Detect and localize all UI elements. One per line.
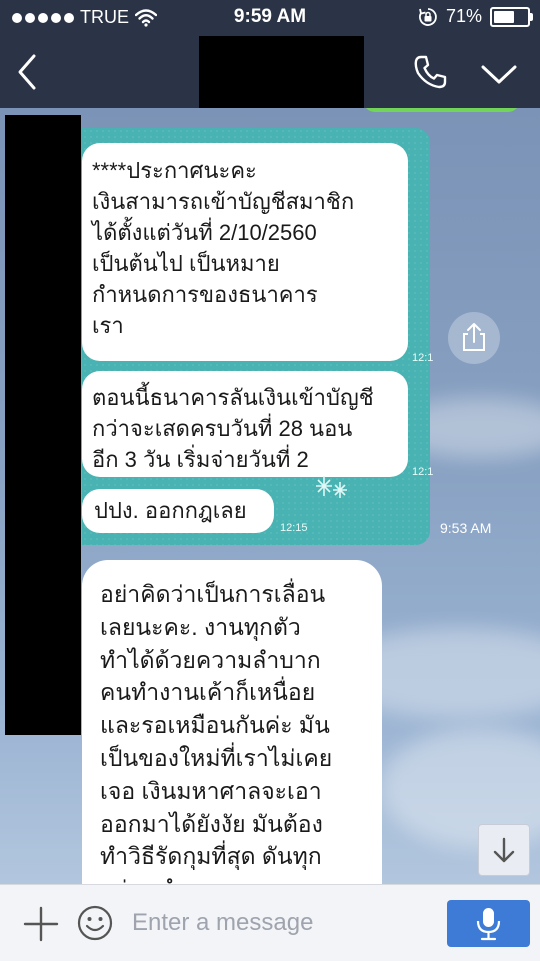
back-chevron-icon[interactable] [12,52,42,92]
message-line: ได้ตั้งแต่วันที่ 2/10/2560 [92,220,317,245]
message-line: เจอ เงินมหาศาลจะเอา [100,777,322,804]
share-icon [463,323,485,351]
image-message-time: 12:1 [412,466,434,478]
message-line: ตอนนี้ธนาคารลันเงินเข้าบัญชี [92,385,374,410]
phone-icon[interactable] [412,54,448,90]
message-line: ปปง. ออกกฎเลย [94,498,247,523]
chat-area[interactable]: ****ประกาศนะคะ เงินสามารถเข้าบัญชีสมาชิก… [0,108,540,900]
image-message-bubble: ตอนนี้ธนาคารลันเงินเข้าบัญชี กว่าจะเสดคร… [82,371,408,477]
redacted-chat-title [199,36,364,112]
image-message-bubble: ****ประกาศนะคะ เงินสามารถเข้าบัญชีสมาชิก… [82,143,408,361]
text-message-bubble: อย่าคิดว่าเป็นการเลื่อน เลยนะคะ. งานทุกต… [82,560,382,900]
message-line: ทำได้ด้วยความลำบาก [100,646,321,673]
message-composer [0,884,540,961]
voice-button[interactable] [447,900,530,947]
battery-icon [490,6,533,27]
message-line: เป็นของใหม่ที่เราไม่เคย [100,744,333,771]
share-button[interactable] [448,312,500,364]
message-line: อีก 3 วัน เริ่มจ่ายวันที่ 2 [92,447,309,472]
message-time: 9:53 AM [440,520,492,536]
message-line: เงินสามารถเข้าบัญชีสมาชิก [92,189,355,214]
arrow-down-icon [493,837,515,863]
emoji-icon[interactable] [76,904,114,942]
message-line: กว่าจะเสดครบวันที่ 28 นอน [92,416,353,441]
plus-icon[interactable] [22,905,60,943]
chevron-down-icon[interactable] [480,60,518,88]
message-line: เลยนะคะ. งานทุกตัว [100,613,301,640]
image-message-time: 12:15 [280,522,308,534]
message-line: คนทำงานเค้าก็เหนื่อย [100,679,316,706]
image-message-time: 12:1 [412,352,434,364]
message-line: เรา [92,313,124,338]
message-line: ****ประกาศนะคะ [92,158,257,183]
rotation-lock-icon [419,7,437,26]
snowflake-icon [316,476,347,498]
message-line: เป็นต้นไป เป็นหมาย [92,251,280,276]
message-input[interactable] [132,903,432,943]
image-message-bubble: ปปง. ออกกฎเลย [82,489,274,533]
message-line: ออกมาได้ยังงัย มันต้อง [100,810,323,837]
top-bar: TRUE 9:59 AM 71% [0,0,540,112]
battery-percent: 71% [445,6,482,26]
message-line: อย่าคิดว่าเป็นการเลื่อน [100,581,326,607]
message-line: และรอเหมือนกันค่ะ มัน [100,712,330,739]
microphone-icon [476,908,501,941]
message-line: ทำวิธีรัดกุมที่สุด ดันทุก [100,843,322,870]
redacted-avatar [5,115,81,735]
status-bar: TRUE 9:59 AM 71% [0,0,540,36]
scroll-down-button[interactable] [478,824,530,876]
previous-message-edge [363,108,520,112]
message-line: กำหนดการของธนาคาร [92,282,318,307]
